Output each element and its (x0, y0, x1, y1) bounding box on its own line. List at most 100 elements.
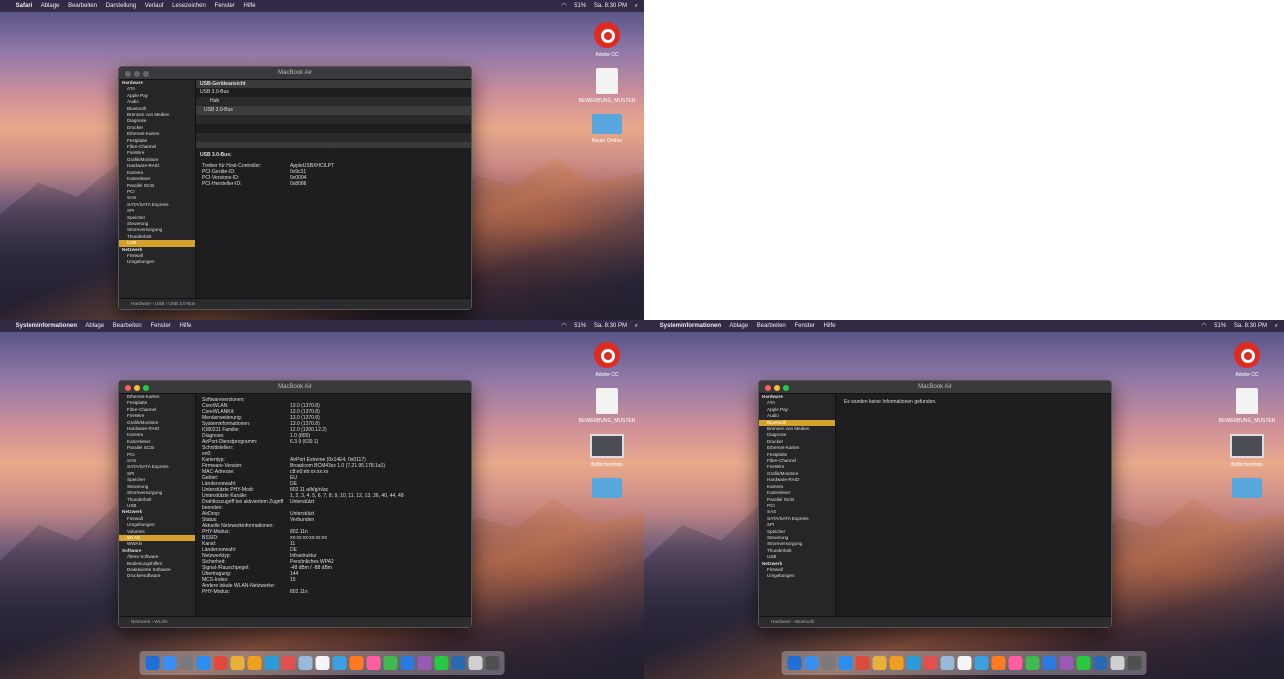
dock-app-icon[interactable] (1059, 656, 1073, 670)
dock-app-icon[interactable] (1076, 656, 1090, 670)
menu-app-name[interactable]: Safari (16, 3, 33, 9)
tree-row-selected[interactable]: USB 3.0-Bus (196, 106, 471, 115)
dock-app-icon[interactable] (1110, 656, 1124, 670)
dock-app-icon[interactable] (1008, 656, 1022, 670)
minimize-icon[interactable] (134, 71, 140, 77)
tree-row[interactable]: Hub (196, 97, 471, 106)
dock-app-icon[interactable] (366, 656, 380, 670)
dock-app-icon[interactable] (349, 656, 363, 670)
dock-app-icon[interactable] (923, 656, 937, 670)
dock-app-icon[interactable] (804, 656, 818, 670)
dock-app-icon[interactable] (1042, 656, 1056, 670)
dock-app-icon[interactable] (855, 656, 869, 670)
menu-item[interactable]: Darstellung (106, 3, 136, 9)
window-titlebar[interactable]: MacBook Air (119, 67, 471, 80)
dock-app-icon[interactable] (247, 656, 261, 670)
desktop-icon-cc[interactable]: Adobe CC (578, 342, 636, 378)
dock-app-icon[interactable] (298, 656, 312, 670)
dock-app-icon[interactable] (162, 656, 176, 670)
desktop-icon-doc[interactable]: BEWERBUNG_MUSTER (578, 68, 636, 104)
dock-app-icon[interactable] (451, 656, 465, 670)
sidebar-item[interactable]: Umgebungen (759, 573, 835, 579)
dock-app-icon[interactable] (838, 656, 852, 670)
spotlight-icon[interactable]: ⌕ (635, 323, 638, 329)
menu-item[interactable]: Hilfe (823, 323, 835, 329)
wifi-icon[interactable]: ◠ (561, 323, 566, 329)
minimize-icon[interactable] (134, 385, 140, 391)
dock-app-icon[interactable] (213, 656, 227, 670)
zoom-icon[interactable] (143, 71, 149, 77)
menu-item[interactable]: Ablage (41, 3, 60, 9)
dock-app-icon[interactable] (889, 656, 903, 670)
battery-label[interactable]: 51% (574, 3, 586, 9)
sidebar-item[interactable]: Umgebungen (119, 259, 195, 265)
menu-app-name[interactable]: Systeminformationen (16, 323, 77, 329)
dock-app-icon[interactable] (974, 656, 988, 670)
dock-app-icon[interactable] (281, 656, 295, 670)
desktop-icon-folder[interactable] (578, 478, 636, 498)
dock-app-icon[interactable] (1127, 656, 1141, 670)
dock-app-icon[interactable] (872, 656, 886, 670)
menu-item[interactable]: Fenster (150, 323, 170, 329)
desktop-icon-folder[interactable] (1218, 478, 1276, 498)
window-titlebar[interactable]: MacBook Air (119, 381, 471, 394)
menu-item[interactable]: Bearbeiten (757, 323, 786, 329)
close-icon[interactable] (125, 385, 131, 391)
menu-item[interactable]: Hilfe (244, 3, 256, 9)
menu-app-name[interactable]: Systeminformationen (660, 323, 721, 329)
battery-label[interactable]: 51% (1214, 323, 1226, 329)
clock[interactable]: Sa. 8:30 PM (1234, 323, 1267, 329)
dock-app-icon[interactable] (957, 656, 971, 670)
dock-app-icon[interactable] (417, 656, 431, 670)
desktop-icon-doc[interactable]: BEWERBUNG_MUSTER (578, 388, 636, 424)
dock-app-icon[interactable] (940, 656, 954, 670)
dock-app-icon[interactable] (179, 656, 193, 670)
menu-item[interactable]: Verlauf (145, 3, 164, 9)
zoom-icon[interactable] (783, 385, 789, 391)
zoom-icon[interactable] (143, 385, 149, 391)
battery-label[interactable]: 51% (574, 323, 586, 329)
dock-app-icon[interactable] (991, 656, 1005, 670)
dock-app-icon[interactable] (196, 656, 210, 670)
dock-app-icon[interactable] (906, 656, 920, 670)
clock[interactable]: Sa. 8:30 PM (594, 3, 627, 9)
dock-app-icon[interactable] (485, 656, 499, 670)
spotlight-icon[interactable]: ⌕ (1275, 323, 1278, 329)
dock-app-icon[interactable] (787, 656, 801, 670)
tree-row[interactable]: USB 3.0-Bus (196, 88, 471, 97)
spotlight-icon[interactable]: ⌕ (635, 3, 638, 9)
menu-item[interactable]: Bearbeiten (68, 3, 97, 9)
dock-app-icon[interactable] (1093, 656, 1107, 670)
close-icon[interactable] (125, 71, 131, 77)
dock-app-icon[interactable] (315, 656, 329, 670)
dock-app-icon[interactable] (145, 656, 159, 670)
desktop-icon-screenshot[interactable]: Bildschirmfoto (1218, 434, 1276, 468)
menu-item[interactable]: Bearbeiten (113, 323, 142, 329)
menu-item[interactable]: Fenster (794, 323, 814, 329)
dock-app-icon[interactable] (400, 656, 414, 670)
dock-app-icon[interactable] (468, 656, 482, 670)
window-titlebar[interactable]: MacBook Air (759, 381, 1111, 394)
dock-app-icon[interactable] (434, 656, 448, 670)
wifi-icon[interactable]: ◠ (561, 3, 566, 9)
close-icon[interactable] (765, 385, 771, 391)
menu-item[interactable]: Ablage (729, 323, 748, 329)
wifi-icon[interactable]: ◠ (1201, 323, 1206, 329)
menu-item[interactable]: Fenster (215, 3, 235, 9)
minimize-icon[interactable] (774, 385, 780, 391)
desktop-icon-doc[interactable]: BEWERBUNG_MUSTER (1218, 388, 1276, 424)
dock-app-icon[interactable] (1025, 656, 1039, 670)
desktop-icon-screenshot[interactable]: Bildschirmfoto (578, 434, 636, 468)
menu-item[interactable]: Lesezeichen (172, 3, 206, 9)
menu-item[interactable]: Ablage (85, 323, 104, 329)
clock[interactable]: Sa. 8:30 PM (594, 323, 627, 329)
menu-item[interactable]: Hilfe (179, 323, 191, 329)
dock-app-icon[interactable] (332, 656, 346, 670)
desktop-icon-cc[interactable]: Adobe CC (578, 22, 636, 58)
dock-app-icon[interactable] (264, 656, 278, 670)
desktop-icon-folder[interactable]: Neuer Ordner (578, 114, 636, 144)
dock-app-icon[interactable] (821, 656, 835, 670)
sidebar-item[interactable]: Druckersoftware (119, 573, 195, 579)
dock-app-icon[interactable] (230, 656, 244, 670)
dock-app-icon[interactable] (383, 656, 397, 670)
